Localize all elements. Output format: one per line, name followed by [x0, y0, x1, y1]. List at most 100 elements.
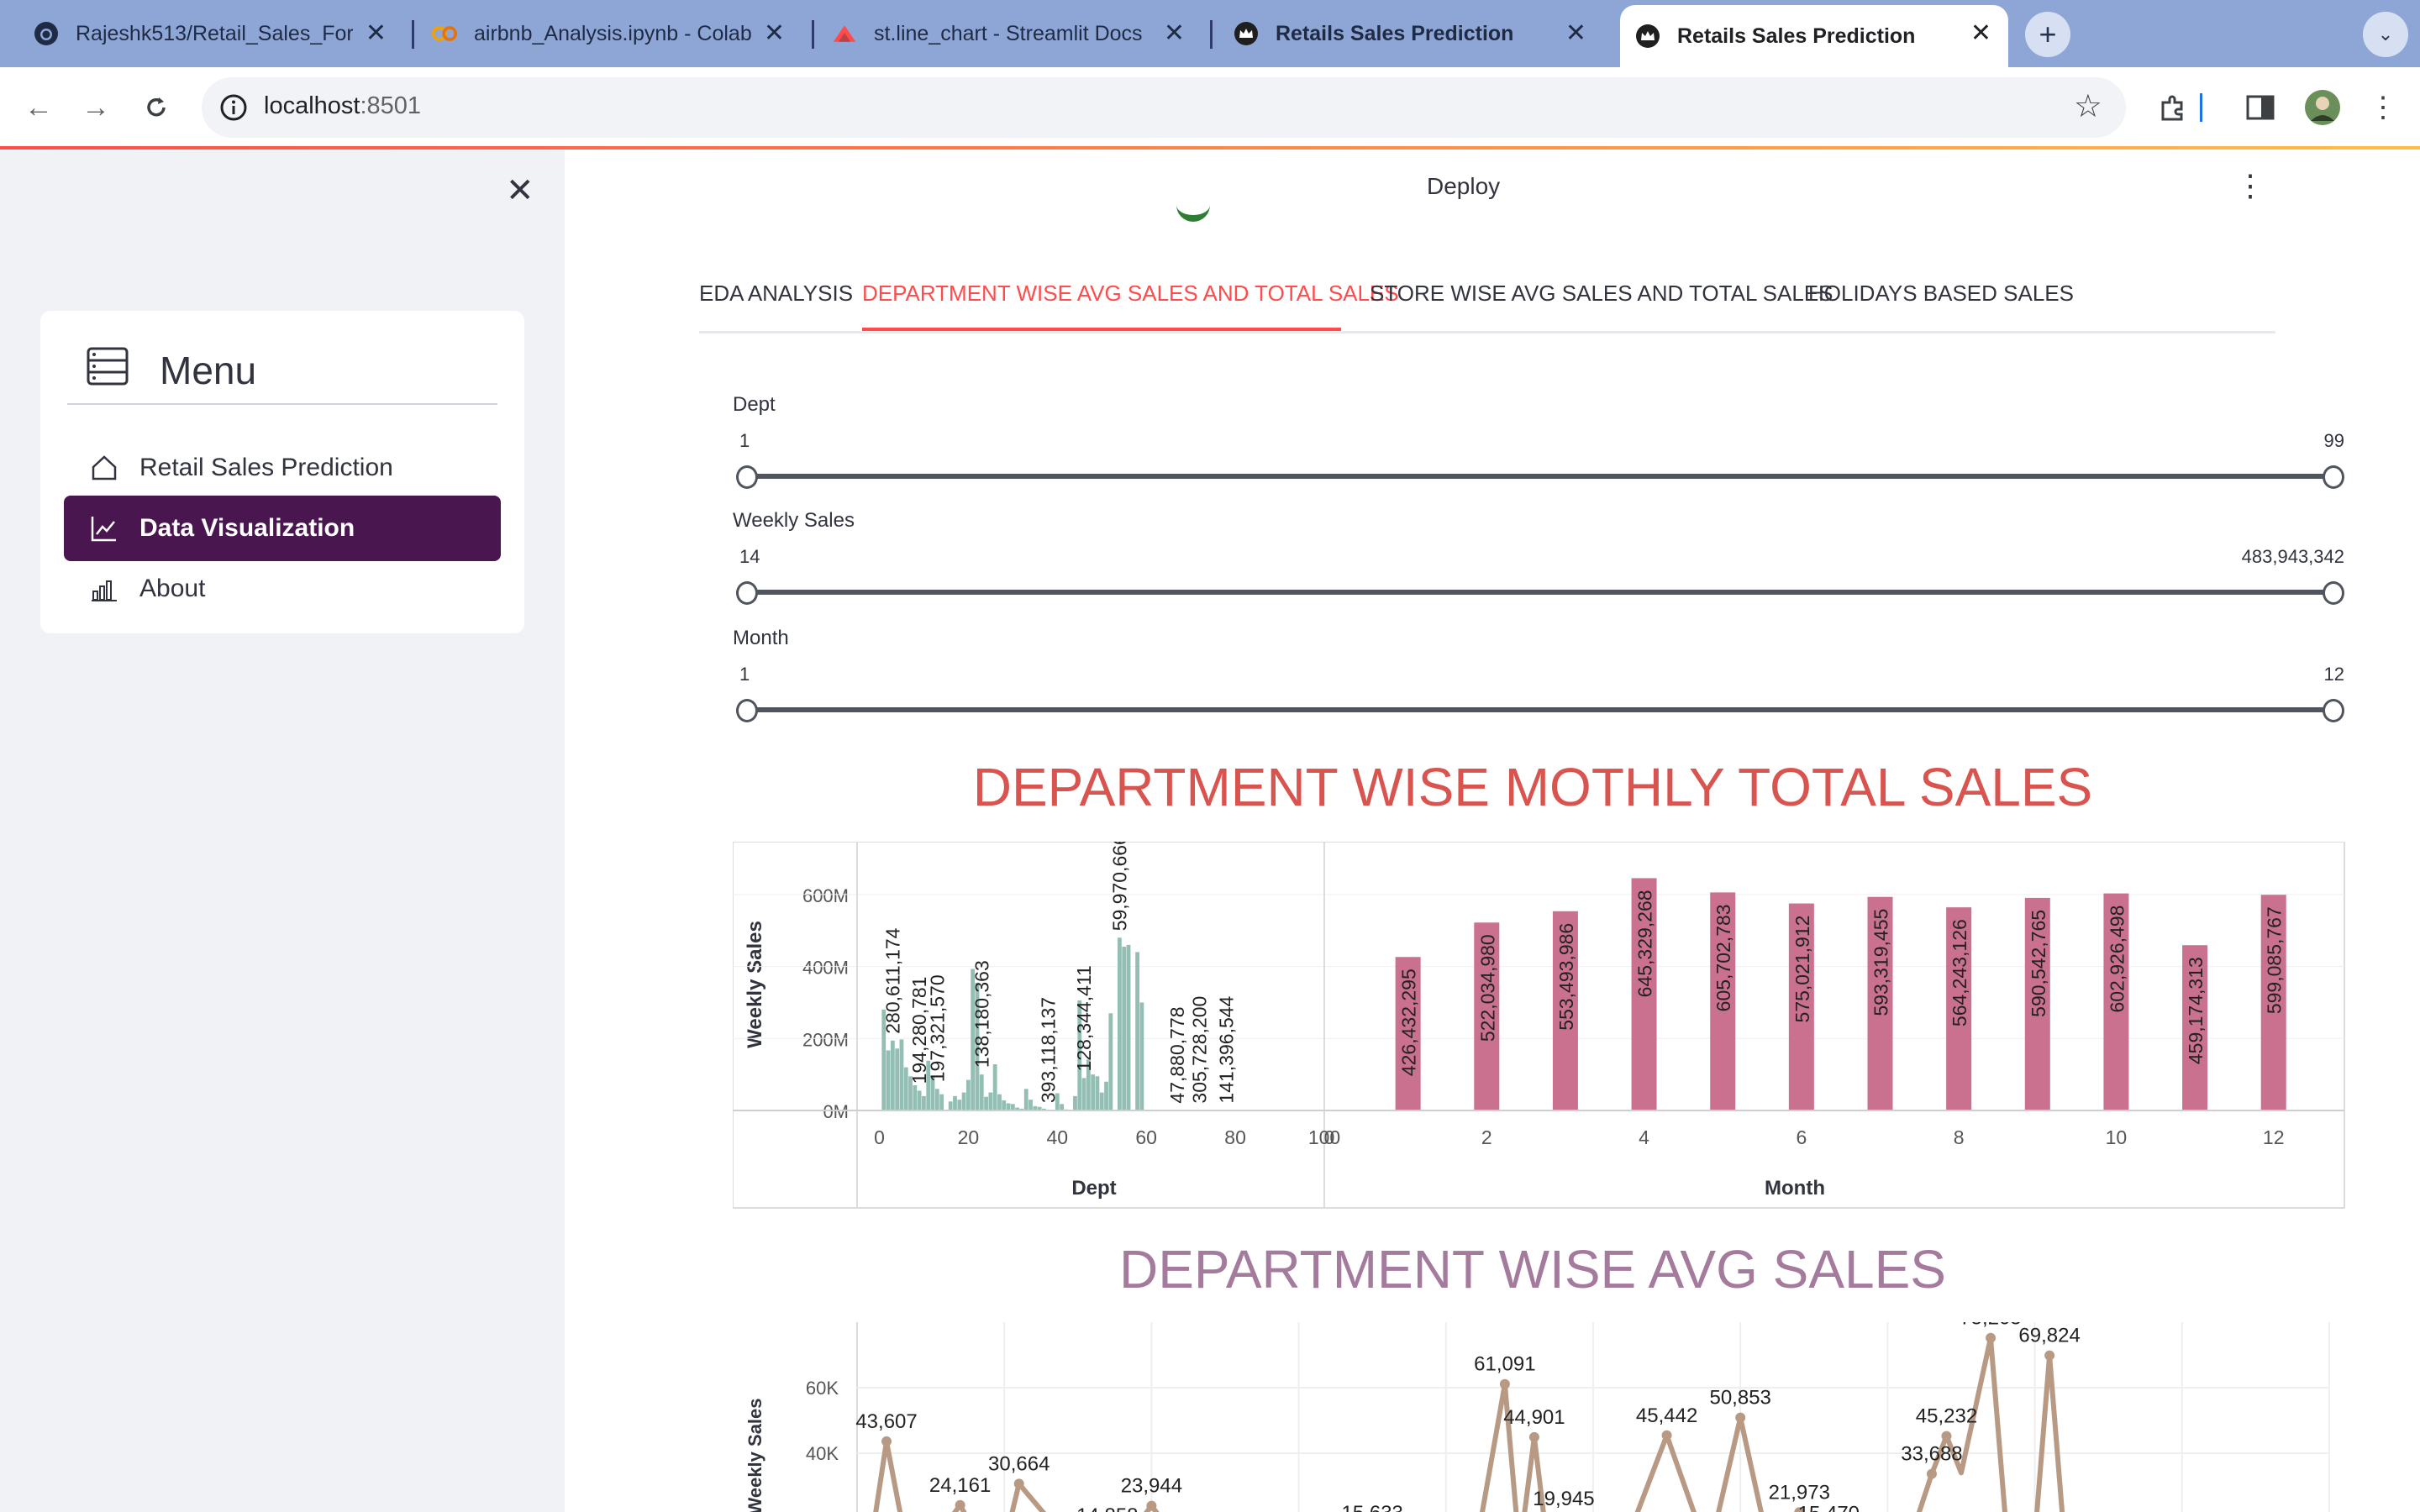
profile-avatar[interactable] — [2301, 86, 2344, 129]
menu-item-retail-sales-prediction[interactable]: Retail Sales Prediction — [64, 435, 501, 501]
weekly-sales-slider-track[interactable] — [746, 590, 2333, 595]
colab-icon — [432, 21, 457, 46]
close-tab-icon[interactable]: ✕ — [1565, 18, 1586, 49]
browser-menu-kebab-icon[interactable]: ⋮ — [2361, 86, 2405, 129]
dept-slider-track[interactable] — [746, 474, 2333, 479]
bar-dept-29 — [1006, 1103, 1011, 1110]
month-slider-track[interactable] — [746, 707, 2333, 712]
bar-dept-24 — [984, 1096, 988, 1110]
bar-dept-56 — [1126, 944, 1131, 1110]
main-menu-kebab-icon[interactable]: ⋮ — [2235, 168, 2265, 203]
x-tick-label: 40 — [1046, 1126, 1068, 1148]
close-tab-icon[interactable]: ✕ — [764, 18, 785, 49]
point-data-label: 75,205 — [1960, 1322, 2021, 1330]
extensions-puzzle-icon[interactable] — [2151, 86, 2195, 129]
bookmark-star-icon[interactable]: ☆ — [2074, 87, 2102, 125]
main-content: Deploy ⋮ EDA ANALYSIS DEPARTMENT WISE AV… — [565, 150, 2420, 1512]
point-data-label: 69,824 — [2018, 1325, 2080, 1347]
bar-data-label: 553,493,986 — [1555, 923, 1577, 1031]
url-port: :8501 — [360, 92, 422, 119]
bar-chart-icon — [89, 574, 119, 604]
house-icon — [89, 453, 119, 483]
y-tick-label: 400M — [802, 958, 849, 979]
data-point — [881, 1436, 892, 1446]
forward-arrow-icon[interactable]: → — [72, 84, 119, 131]
data-point — [1986, 1332, 1996, 1343]
bar-dept-14 — [939, 1094, 944, 1110]
month-slider-min-handle[interactable] — [736, 699, 758, 722]
tab-store-wise[interactable]: STORE WISE AVG SALES AND TOTAL SALES — [1370, 281, 1833, 307]
browser-tab-github[interactable]: Rajeshk513/Retail_Sales_Forecasting ✕ — [0, 5, 403, 62]
bar-dept-4 — [895, 1048, 900, 1110]
address-bar[interactable]: localhost:8501 ☆ — [202, 77, 2126, 138]
bar-data-label: 426,432,295 — [1398, 969, 1420, 1076]
x-tick-label: 8 — [1954, 1126, 1965, 1148]
tab-department-wise[interactable]: DEPARTMENT WISE AVG SALES AND TOTAL SALE… — [862, 281, 1399, 307]
bar-dept-55 — [1122, 947, 1127, 1110]
x-tick-label: 6 — [1796, 1126, 1807, 1148]
x-axis-label: Dept — [1071, 1177, 1116, 1200]
browser-tab-title: st.line_chart - Streamlit Docs — [874, 21, 1143, 45]
deploy-button[interactable]: Deploy — [1427, 173, 1500, 200]
close-sidebar-icon[interactable]: ✕ — [506, 171, 534, 210]
month-slider-max-handle[interactable] — [2323, 699, 2344, 722]
tab-search-chevron-icon[interactable]: ⌄ — [2363, 12, 2408, 57]
side-panel-icon[interactable] — [2238, 86, 2282, 129]
bar-data-label: 593,319,455 — [1870, 909, 1892, 1016]
browser-tab-retail-1[interactable]: Retails Sales Prediction ✕ — [1200, 5, 1603, 62]
menu-item-label: About — [139, 575, 206, 602]
menu-item-about[interactable]: About — [64, 556, 501, 622]
tab-holidays-based[interactable]: HOLIDAYS BASED SALES — [1808, 281, 2074, 307]
bar-data-label: 522,034,980 — [1476, 934, 1498, 1042]
browser-tab-streamlit-docs[interactable]: st.line_chart - Streamlit Docs ✕ — [798, 5, 1202, 62]
x-tick-label: 60 — [1135, 1126, 1157, 1148]
bar-dept-58 — [1135, 952, 1139, 1110]
browser-tab-colab[interactable]: airbnb_Analysis.ipynb - Colab ✕ — [398, 5, 802, 62]
point-data-label: 15,470 — [1798, 1503, 1860, 1512]
y-axis-label: Weekly Sales — [744, 921, 766, 1048]
tab-eda-analysis[interactable]: EDA ANALYSIS — [699, 281, 853, 307]
point-data-label: 23,944 — [1121, 1475, 1182, 1498]
x-tick-label: 4 — [1639, 1126, 1649, 1148]
back-arrow-icon[interactable]: ← — [15, 84, 62, 131]
reload-icon[interactable] — [133, 84, 180, 131]
menu-item-data-visualization[interactable]: Data Visualization — [64, 496, 501, 561]
close-tab-icon[interactable]: ✕ — [1164, 18, 1185, 49]
close-tab-icon[interactable]: ✕ — [1970, 18, 1991, 49]
y-tick-label: 600M — [802, 885, 849, 906]
bar-data-label: 138,180,363 — [971, 960, 992, 1068]
x-tick-label: 80 — [1224, 1126, 1246, 1148]
bar-dept-10 — [922, 1095, 926, 1110]
dept-slider-max-handle[interactable] — [2323, 465, 2344, 489]
point-data-label: 15,633 — [1341, 1502, 1402, 1512]
bar-dept-19 — [961, 1092, 966, 1110]
x-tick-label: 0 — [1324, 1126, 1335, 1148]
tab-strip: Rajeshk513/Retail_Sales_Forecasting ✕ ai… — [0, 0, 2420, 67]
x-tick-label: 10 — [2106, 1126, 2128, 1148]
weekly-sales-slider-min-handle[interactable] — [736, 581, 758, 605]
site-info-icon[interactable] — [215, 89, 252, 126]
dept-avg-sales-chart: Weekly Sales 20K 40K 60K 43,607 24,16130,664 1… — [744, 1322, 2330, 1512]
new-tab-button[interactable]: + — [2025, 12, 2070, 57]
browser-tab-title: airbnb_Analysis.ipynb - Colab — [474, 21, 751, 45]
point-data-label: 45,442 — [1636, 1404, 1697, 1427]
y-tick-label: 200M — [802, 1029, 849, 1050]
data-point — [1926, 1468, 1937, 1479]
active-tab-indicator — [862, 328, 1341, 331]
bar-data-label: 575,021,912 — [1791, 916, 1813, 1023]
bar-dept-27 — [997, 1094, 1002, 1110]
bar-dept-13 — [934, 1089, 939, 1110]
close-tab-icon[interactable]: ✕ — [366, 18, 387, 49]
browser-tab-retail-active[interactable]: Retails Sales Prediction ✕ — [1620, 5, 2008, 67]
point-data-label: 44,901 — [1503, 1406, 1565, 1429]
bar-data-label: 599,085,767 — [2264, 906, 2286, 1014]
menu-divider — [67, 403, 497, 405]
data-point — [1735, 1412, 1746, 1423]
bar-dept-52 — [1108, 1013, 1113, 1110]
slider-label-weekly-sales: Weekly Sales — [733, 509, 855, 532]
dept-slider-min-handle[interactable] — [736, 465, 758, 489]
weekly-sales-slider-max-handle[interactable] — [2323, 581, 2344, 605]
slider-min-value: 1 — [739, 664, 750, 685]
bar-data-label: 602,926,498 — [2106, 906, 2128, 1013]
data-point — [1013, 1478, 1024, 1489]
